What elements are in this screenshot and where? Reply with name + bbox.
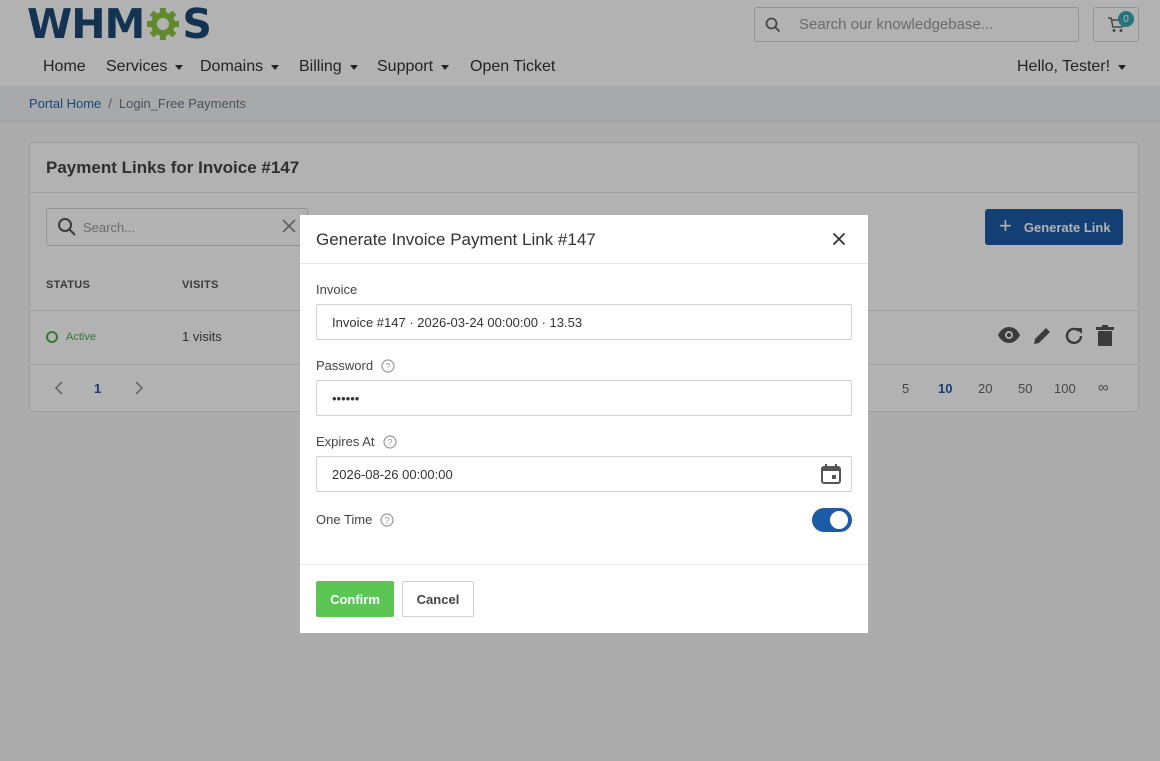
close-icon[interactable] <box>832 232 846 246</box>
generate-link-modal: Generate Invoice Payment Link #147 Invoi… <box>300 215 868 633</box>
toggle-knob <box>830 511 848 529</box>
help-icon[interactable]: ? <box>381 358 395 373</box>
modal-header: Generate Invoice Payment Link #147 <box>300 215 868 264</box>
modal-footer-divider <box>300 564 868 565</box>
password-field[interactable] <box>316 380 852 416</box>
confirm-button[interactable]: Confirm <box>316 581 394 617</box>
expires-field[interactable] <box>316 456 852 492</box>
expires-label-text: Expires At <box>316 434 375 449</box>
invoice-label-text: Invoice <box>316 282 358 297</box>
help-icon[interactable]: ? <box>380 512 394 527</box>
invoice-select[interactable] <box>316 304 852 340</box>
svg-text:?: ? <box>385 515 390 525</box>
expires-input[interactable] <box>332 466 802 482</box>
modal-title: Generate Invoice Payment Link #147 <box>316 230 596 249</box>
svg-text:?: ? <box>387 437 392 447</box>
onetime-label: One Time ? <box>316 512 394 527</box>
help-icon[interactable]: ? <box>382 434 397 449</box>
onetime-label-text: One Time <box>316 512 373 527</box>
expires-label: Expires At ? <box>316 434 397 449</box>
password-label-text: Password <box>316 358 374 373</box>
invoice-label: Invoice <box>316 282 357 297</box>
svg-text:?: ? <box>386 361 391 371</box>
cancel-button[interactable]: Cancel <box>402 581 474 617</box>
password-label: Password ? <box>316 358 395 373</box>
invoice-input[interactable] <box>332 314 802 330</box>
onetime-toggle[interactable] <box>812 508 852 532</box>
calendar-icon[interactable] <box>821 464 841 484</box>
password-input[interactable] <box>332 390 802 406</box>
